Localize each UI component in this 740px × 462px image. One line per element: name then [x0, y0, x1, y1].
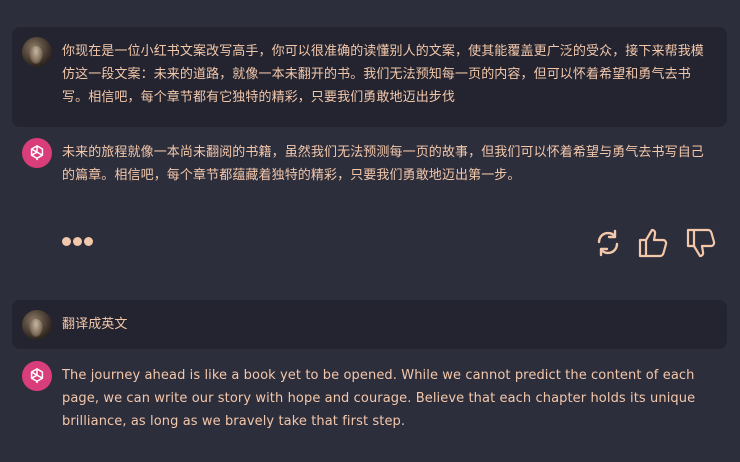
- user-message: 你现在是一位小红书文案改写高手，你可以很准确的读懂别人的文案，使其能覆盖更广泛的…: [12, 27, 727, 127]
- thumbs-down-icon[interactable]: [684, 225, 720, 261]
- user-message-text: 翻译成英文: [62, 317, 128, 332]
- thumbs-up-icon[interactable]: [636, 225, 672, 261]
- chatgpt-logo-icon: [30, 145, 44, 161]
- message-actions: [0, 225, 740, 261]
- assistant-message: 未来的旅程就像一本尚未翻阅的书籍，虽然我们无法预测每一页的故事，但我们可以怀着希…: [12, 135, 727, 205]
- user-avatar: [22, 310, 52, 340]
- chatgpt-logo-icon: [30, 368, 44, 384]
- assistant-message: The journey ahead is like a book yet to …: [12, 360, 727, 440]
- user-avatar: [22, 37, 52, 67]
- assistant-message-text: The journey ahead is like a book yet to …: [62, 368, 696, 429]
- regenerate-icon[interactable]: [590, 225, 626, 261]
- assistant-message-text: 未来的旅程就像一本尚未翻阅的书籍，虽然我们无法预测每一页的故事，但我们可以怀着希…: [62, 145, 704, 183]
- assistant-avatar: [22, 138, 52, 168]
- user-message: 翻译成英文: [12, 300, 727, 349]
- user-message-text: 你现在是一位小红书文案改写高手，你可以很准确的读懂别人的文案，使其能覆盖更广泛的…: [62, 44, 704, 105]
- more-options-icon[interactable]: [62, 237, 93, 246]
- assistant-avatar: [22, 361, 52, 391]
